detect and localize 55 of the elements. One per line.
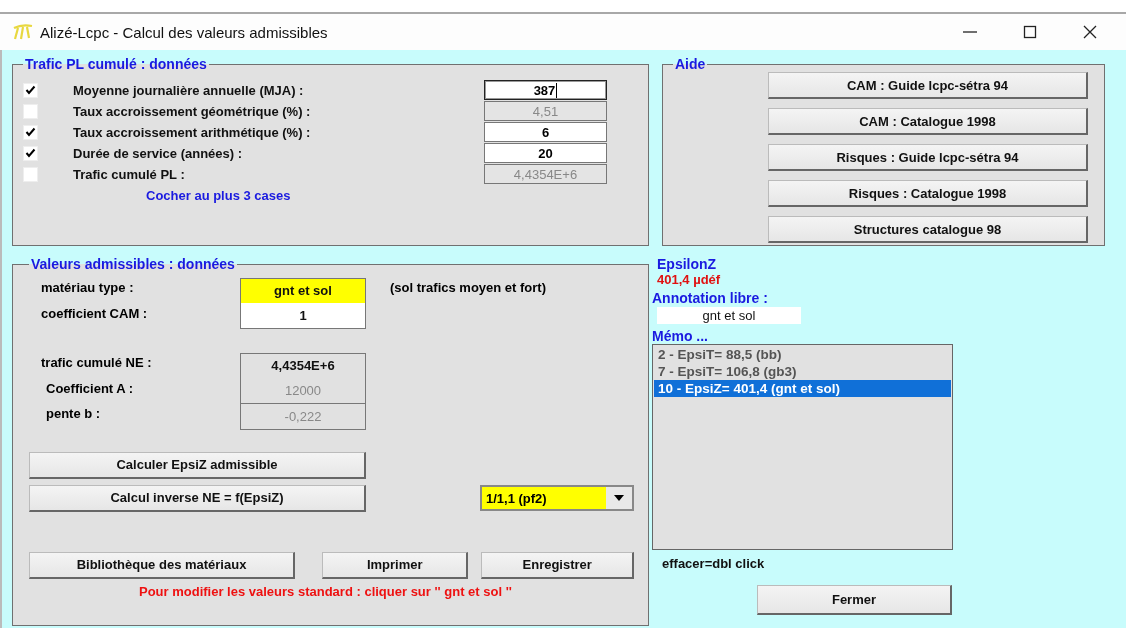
app-logo-icon — [12, 24, 34, 40]
material-note: (sol trafics moyen et fort) — [390, 279, 547, 295]
help-button[interactable]: Risques : Guide lcpc-sétra 94 — [768, 144, 1088, 171]
memo-item[interactable]: 7 - EpsiT= 106,8 (gb3) — [654, 363, 951, 380]
material-button[interactable]: gnt et sol — [240, 277, 366, 304]
help-button[interactable]: Structures catalogue 98 — [768, 216, 1088, 243]
close-dialog-button[interactable]: Fermer — [757, 585, 952, 615]
input-field[interactable]: 20 — [484, 143, 607, 163]
panel-title: Trafic PL cumulé : données — [24, 56, 208, 72]
result-value: 401,4 µdéf — [657, 272, 721, 287]
checkbox[interactable] — [23, 83, 38, 98]
result-label: EpsilonZ — [657, 256, 717, 272]
action-button[interactable]: Imprimer — [322, 551, 469, 579]
memo-list[interactable]: 2 - EpsiT= 88,5 (bb) 7 - EpsiT= 106,8 (gb3) 10 - EpsiZ= 401,4 (gnt et sol) — [652, 344, 953, 550]
input-field[interactable]: 1 — [240, 303, 366, 330]
checkbox[interactable] — [23, 125, 38, 140]
field-label: Durée de service (années) : — [73, 146, 244, 161]
memo-hint: effacer=dbl click — [662, 556, 765, 571]
action-button[interactable]: Enregistrer — [481, 551, 634, 579]
window-title: Alizé-Lcpc - Calcul des valeurs admissibles — [40, 23, 328, 41]
inverse-button[interactable]: Calcul inverse NE = f(EpsiZ) — [29, 484, 366, 512]
help-button[interactable]: Risques : Catalogue 1998 — [768, 180, 1088, 207]
close-icon — [1082, 24, 1098, 40]
dropdown-caret-icon — [614, 495, 624, 501]
memo-item[interactable]: 10 - EpsiZ= 401,4 (gnt et sol) — [654, 380, 951, 397]
field-label: Trafic cumulé PL : — [73, 167, 186, 182]
field-label: trafic cumulé NE : — [40, 354, 153, 370]
field-label: Taux accroissement géométrique (%) : — [73, 104, 312, 119]
field-label: Coefficient A : — [45, 379, 135, 396]
field-label: matériau type : — [40, 279, 135, 295]
memo-label: Mémo ... — [652, 328, 708, 344]
help-button[interactable]: CAM : Guide lcpc-sétra 94 — [768, 72, 1088, 99]
checkbox[interactable] — [23, 146, 38, 161]
memo-item[interactable]: 2 - EpsiT= 88,5 (bb) — [654, 346, 951, 363]
warning-text: Pour modifier les valeurs standard : cliquer sur '' gnt et sol '' — [139, 583, 513, 599]
calculate-button[interactable]: Calculer EpsiZ admissible — [29, 451, 366, 479]
panel-title: Aide — [674, 56, 707, 72]
checkbox[interactable] — [23, 167, 38, 182]
minimize-icon — [963, 31, 977, 33]
annotation-label: Annotation libre : — [652, 290, 768, 306]
ratio-dropdown[interactable]: 1/1,1 (pf2) — [480, 485, 634, 511]
input-field[interactable]: 6 — [484, 122, 607, 142]
maximize-icon — [1022, 24, 1038, 40]
annotation-field[interactable]: gnt et sol — [657, 307, 801, 324]
hint-text: Cocher au plus 3 cases — [146, 188, 292, 203]
input-field[interactable]: 387 — [484, 80, 607, 100]
checkbox[interactable] — [23, 104, 38, 119]
action-button[interactable]: Bibliothèque des matériaux — [29, 551, 295, 579]
panel-title: Valeurs admissibles : données — [30, 256, 236, 272]
help-button[interactable]: CAM : Catalogue 1998 — [768, 108, 1088, 135]
field-label: coefficient CAM : — [40, 304, 149, 321]
field-label: pente b : — [45, 405, 102, 421]
field-label: Moyenne journalière annuelle (MJA) : — [73, 83, 305, 98]
input-field[interactable]: 4,4354E+6 — [240, 352, 366, 379]
field-label: Taux accroissement arithmétique (%) : — [73, 125, 312, 140]
